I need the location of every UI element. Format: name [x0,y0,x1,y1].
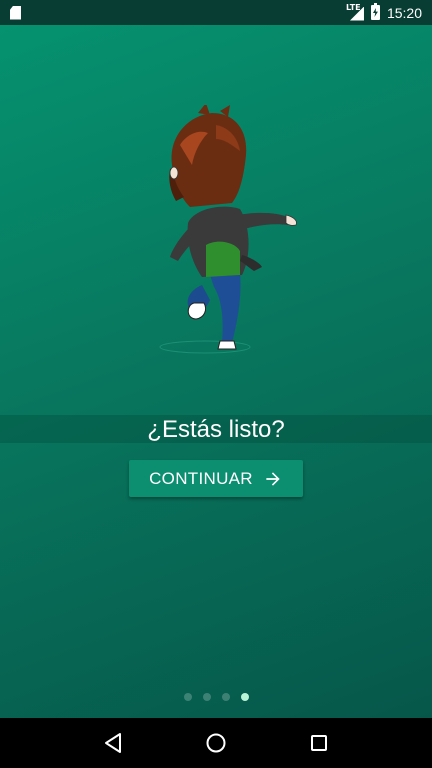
status-left [10,5,21,20]
continue-button-label: CONTINUAR [149,468,253,488]
page-dot-3[interactable] [221,693,230,701]
recents-icon [310,735,327,751]
back-button[interactable] [101,731,125,755]
home-icon [206,733,226,753]
character-illustration [159,105,297,354]
status-right: LTE 15:20 [345,2,422,21]
arrow-right-icon [266,471,280,486]
clock: 15:20 [386,4,422,21]
page-indicator [0,693,432,703]
home-button[interactable] [204,731,228,755]
onboarding-screen: ¿Estás listo? CONTINUAR [0,25,432,718]
back-icon [105,733,122,753]
battery-charging-icon [370,3,380,20]
onboarding-title: ¿Estás listo? [147,416,285,443]
signal-icon: LTE [345,2,364,21]
recents-button[interactable] [307,731,331,755]
network-label: LTE [345,2,361,12]
page-dot-2[interactable] [202,693,211,701]
navigation-bar [0,718,432,768]
page-dot-4-active[interactable] [240,693,249,701]
continue-button[interactable]: CONTINUAR [129,460,303,497]
page-dot-1[interactable] [183,693,192,701]
status-bar: LTE 15:20 [0,0,432,25]
sd-card-icon [10,5,21,20]
